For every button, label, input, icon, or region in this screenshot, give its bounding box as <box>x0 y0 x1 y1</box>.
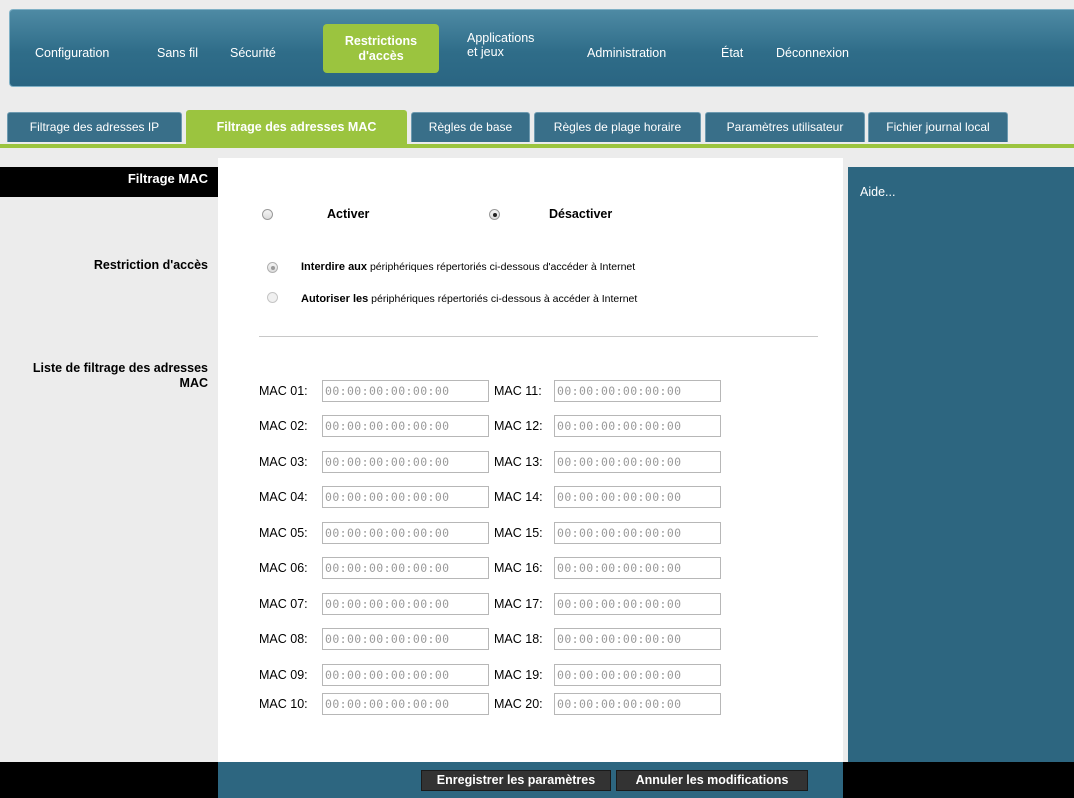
tab-filtrage-mac[interactable]: Filtrage des adresses MAC <box>186 110 407 144</box>
help-link[interactable]: Aide... <box>860 185 895 199</box>
mac-input[interactable]: 00:00:00:00:00:00 <box>554 664 721 686</box>
radio-activer[interactable] <box>262 209 273 220</box>
mac-input[interactable]: 00:00:00:00:00:00 <box>554 486 721 508</box>
mac-label: MAC 15: <box>494 526 543 540</box>
mac-label: MAC 02: <box>259 419 308 433</box>
mac-input[interactable]: 00:00:00:00:00:00 <box>322 628 489 650</box>
label-liste-line1: Liste de filtrage des adresses <box>32 361 208 375</box>
nav-administration[interactable]: Administration <box>587 46 666 60</box>
nav-sans-fil[interactable]: Sans fil <box>157 46 198 60</box>
mac-label: MAC 13: <box>494 455 543 469</box>
mac-label: MAC 16: <box>494 561 543 575</box>
footer-bar: Enregistrer les paramètres Annuler les m… <box>218 762 843 798</box>
nav-applications-line1: Applications <box>467 31 535 45</box>
label-liste-filtrage-mac: Liste de filtrage des adresses MAC <box>0 361 208 391</box>
mac-label: MAC 09: <box>259 668 308 682</box>
mac-input[interactable]: 00:00:00:00:00:00 <box>322 451 489 473</box>
tab-parametres-utilisateur[interactable]: Paramètres utilisateur <box>705 112 865 142</box>
label-liste-line2: MAC <box>179 376 208 390</box>
text-interdire-rest: périphériques répertoriés ci-dessous d'a… <box>367 261 636 273</box>
mac-input[interactable]: 00:00:00:00:00:00 <box>554 628 721 650</box>
nav-configuration[interactable]: Configuration <box>35 46 109 60</box>
section-header-filtrage-mac: Filtrage MAC <box>0 167 218 197</box>
radio-desactiver[interactable] <box>489 209 500 220</box>
nav-deconnexion[interactable]: Déconnexion <box>776 46 849 60</box>
mac-input[interactable]: 00:00:00:00:00:00 <box>554 557 721 579</box>
tab-filtrage-ip[interactable]: Filtrage des adresses IP <box>7 112 182 142</box>
mac-input[interactable]: 00:00:00:00:00:00 <box>322 664 489 686</box>
tab-underline <box>0 144 1074 148</box>
mac-input[interactable]: 00:00:00:00:00:00 <box>554 451 721 473</box>
section-divider <box>259 336 818 337</box>
mac-label: MAC 20: <box>494 697 543 711</box>
tab-regles-base[interactable]: Règles de base <box>411 112 530 142</box>
mac-label: MAC 12: <box>494 419 543 433</box>
mac-label: MAC 10: <box>259 697 308 711</box>
help-panel: Aide... <box>848 167 1074 762</box>
main-panel: Activer Désactiver Interdire aux périphé… <box>218 158 843 762</box>
mac-label: MAC 06: <box>259 561 308 575</box>
save-settings-button[interactable]: Enregistrer les paramètres <box>421 770 611 791</box>
nav-active-line1: Restrictions <box>344 34 418 48</box>
mac-label: MAC 19: <box>494 668 543 682</box>
mac-label: MAC 18: <box>494 632 543 646</box>
mac-label: MAC 08: <box>259 632 308 646</box>
nav-securite[interactable]: Sécurité <box>230 46 276 60</box>
left-label-column: Filtrage MAC Restriction d'accès Liste d… <box>0 158 218 798</box>
label-activer: Activer <box>327 207 370 221</box>
top-navigation: Configuration Sans fil Sécurité Restrict… <box>9 9 1074 87</box>
radio-autoriser[interactable] <box>267 292 278 303</box>
mac-label: MAC 04: <box>259 490 308 504</box>
text-autoriser: Autoriser les périphériques répertoriés … <box>301 293 637 305</box>
radio-interdire[interactable] <box>267 262 278 273</box>
mac-input[interactable]: 00:00:00:00:00:00 <box>554 380 721 402</box>
nav-applications-line2: et jeux <box>467 45 504 59</box>
mac-input[interactable]: 00:00:00:00:00:00 <box>322 486 489 508</box>
tab-regles-plage-horaire[interactable]: Règles de plage horaire <box>534 112 701 142</box>
text-autoriser-bold: Autoriser les <box>301 293 369 305</box>
mac-label: MAC 11: <box>494 384 542 398</box>
mac-input[interactable]: 00:00:00:00:00:00 <box>322 522 489 544</box>
nav-restrictions-acces[interactable]: Restrictions d'accès <box>323 24 439 73</box>
mac-input[interactable]: 00:00:00:00:00:00 <box>322 593 489 615</box>
label-restriction-acces: Restriction d'accès <box>93 258 208 272</box>
mac-input[interactable]: 00:00:00:00:00:00 <box>554 593 721 615</box>
text-interdire: Interdire aux périphériques répertoriés … <box>301 261 635 273</box>
mac-label: MAC 17: <box>494 597 543 611</box>
mac-label: MAC 07: <box>259 597 308 611</box>
text-interdire-bold: Interdire aux <box>301 261 368 273</box>
help-footer-bar <box>843 762 1074 798</box>
mac-input[interactable]: 00:00:00:00:00:00 <box>322 380 489 402</box>
mac-input[interactable]: 00:00:00:00:00:00 <box>322 693 489 715</box>
nav-active-line2: d'accès <box>358 49 404 63</box>
mac-input[interactable]: 00:00:00:00:00:00 <box>554 693 721 715</box>
mac-input[interactable]: 00:00:00:00:00:00 <box>322 557 489 579</box>
left-footer-bar <box>0 762 218 798</box>
cancel-changes-button[interactable]: Annuler les modifications <box>616 770 808 791</box>
mac-input[interactable]: 00:00:00:00:00:00 <box>554 415 721 437</box>
mac-input[interactable]: 00:00:00:00:00:00 <box>322 415 489 437</box>
tab-fichier-journal[interactable]: Fichier journal local <box>868 112 1008 142</box>
mac-label: MAC 03: <box>259 455 308 469</box>
mac-label: MAC 14: <box>494 490 543 504</box>
text-autoriser-rest: périphériques répertoriés ci-dessous à a… <box>368 293 638 305</box>
nav-etat[interactable]: État <box>721 46 743 60</box>
mac-label: MAC 05: <box>259 526 308 540</box>
label-desactiver: Désactiver <box>549 207 613 221</box>
nav-applications-jeux[interactable]: Applications et jeux <box>467 31 534 59</box>
mac-label: MAC 01: <box>259 384 308 398</box>
mac-input[interactable]: 00:00:00:00:00:00 <box>554 522 721 544</box>
sub-tab-bar: Filtrage des adresses IP Filtrage des ad… <box>0 110 1074 148</box>
